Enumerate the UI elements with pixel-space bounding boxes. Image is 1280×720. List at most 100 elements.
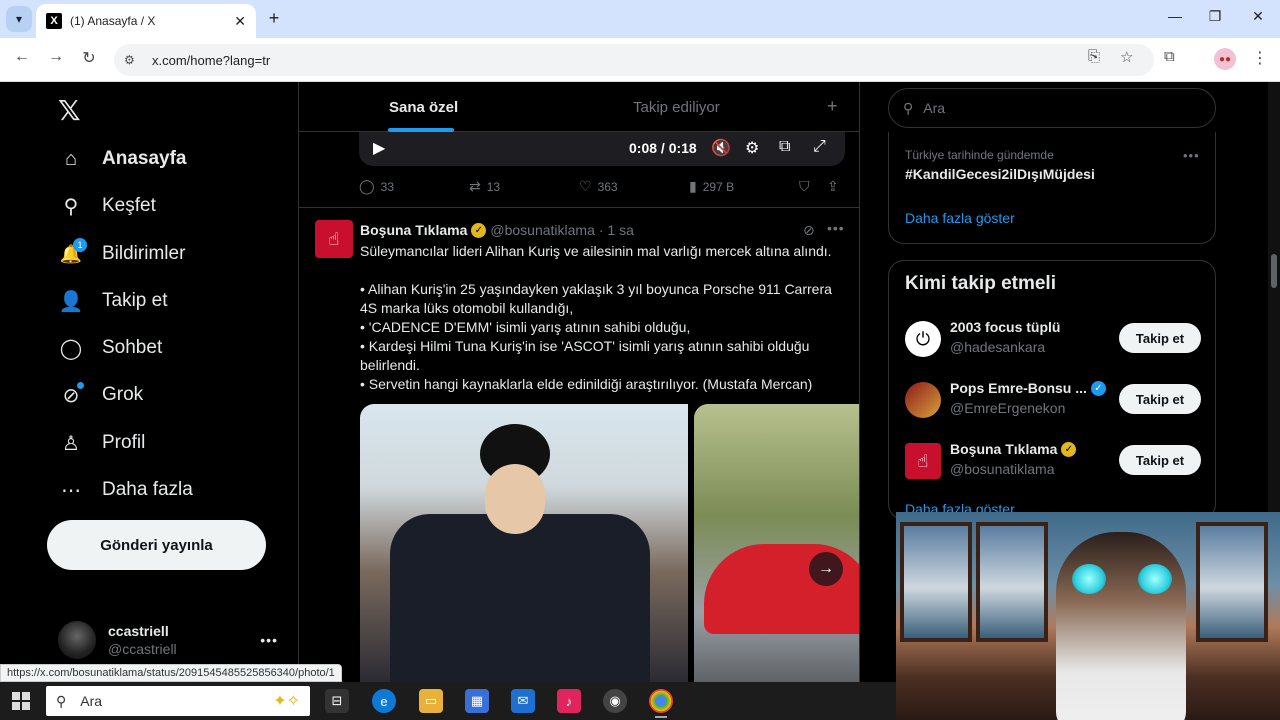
x-favicon-icon: X [46, 13, 62, 29]
account-more-icon[interactable]: ••• [260, 632, 278, 648]
chat-icon: ◯ [59, 337, 83, 360]
task-view-icon[interactable]: ⊟ [325, 689, 349, 713]
repost-button[interactable]: ⇄ 13 [469, 178, 500, 195]
nav-item-notifications[interactable]: 🔔 1 Bildirimler [58, 238, 186, 269]
fullscreen-icon[interactable]: ⤢ [813, 138, 826, 156]
follow-button[interactable]: Takip et [1119, 384, 1201, 414]
next-photo-icon[interactable]: → [809, 552, 843, 586]
trend-tag[interactable]: #KandilGecesi2ilDışıMüjdesi [905, 166, 1095, 182]
forward-icon[interactable]: → [44, 48, 68, 66]
tweet[interactable]: ☝ Boşuna Tıklama ✓ @bosunatiklama · 1 sa… [299, 208, 859, 682]
restore-icon[interactable]: ❐ [1200, 8, 1230, 25]
obs-icon[interactable]: ◉ [603, 689, 627, 713]
search-placeholder: Ara [923, 100, 946, 116]
tab-for-you[interactable]: Sana özel [389, 99, 458, 116]
add-feed-icon[interactable]: + [827, 96, 838, 117]
grok-icon: ⊘ [58, 382, 84, 408]
tweet-author-handle[interactable]: @bosunatiklama [490, 222, 595, 238]
x-logo-icon[interactable]: 𝕏 [58, 94, 81, 127]
window-pane [900, 522, 972, 642]
new-tab-button[interactable]: + [264, 8, 284, 29]
timeline: Sana özel Takip ediliyor + ▶ 0:08 / 0:18… [298, 82, 860, 682]
repost-icon: ⇄ [469, 178, 481, 194]
settings-icon[interactable]: ⚙ [745, 138, 759, 158]
browser-toolbar: ← → ↻ ⚙ x.com/home?lang=tr ⎘ ☆ [0, 38, 1280, 82]
tweet-time[interactable]: · 1 sa [599, 222, 634, 238]
nav-item-home[interactable]: ⌂ Anasayfa [58, 144, 187, 174]
verified-gold-icon: ✓ [471, 222, 487, 238]
grok-dot [77, 382, 84, 389]
minimize-icon[interactable]: — [1160, 8, 1190, 24]
store-icon[interactable]: ▦ [465, 689, 489, 713]
nav-item-profile[interactable]: ♙ Profil [58, 428, 145, 458]
post-button[interactable]: Gönderi yayınla [47, 520, 266, 570]
mute-icon[interactable]: 🔇 [711, 138, 731, 158]
pip-icon[interactable]: ⧉ [779, 138, 790, 156]
profile-avatar[interactable]: ●● [1214, 48, 1236, 70]
tweet-author-name[interactable]: Boşuna Tıklama [360, 222, 467, 238]
tab-close-icon[interactable]: ✕ [234, 13, 246, 30]
suggestion-handle: @EmreErgenekon [950, 400, 1066, 416]
tab-search-icon[interactable]: ▾ [6, 6, 32, 32]
nav-item-more[interactable]: ⋯ Daha fazla [58, 475, 193, 505]
tweet-photo-2[interactable] [694, 404, 859, 682]
edge-icon[interactable]: e [372, 689, 396, 713]
nav-item-explore[interactable]: ⚲ Keşfet [58, 191, 156, 221]
browser-menu-icon[interactable]: ⋮ [1252, 48, 1268, 68]
follow-button[interactable]: Takip et [1119, 445, 1201, 475]
share-icon[interactable]: ⇪ [827, 178, 845, 195]
search-icon: ⚲ [903, 99, 914, 116]
account-switcher[interactable]: ccastriell @ccastriell ••• [58, 620, 288, 660]
sparkle-icon: ✦✧ [273, 693, 300, 710]
reply-button[interactable]: ◯ 33 [359, 178, 394, 195]
video-time: 0:08 / 0:18 [629, 140, 697, 156]
like-button[interactable]: ♡ 363 [579, 178, 618, 195]
tweet-more-icon[interactable]: ••• [827, 220, 845, 236]
bookmark-icon[interactable]: ⛉ [799, 178, 816, 195]
tweet-photo-1[interactable] [360, 404, 688, 682]
tab-following[interactable]: Takip ediliyor [633, 99, 720, 116]
window-close-icon[interactable]: ✕ [1243, 8, 1273, 25]
back-icon[interactable]: ← [10, 48, 34, 66]
outlook-icon[interactable]: ✉ [511, 689, 535, 713]
tweet-line: • 'CADENCE D'EMM' isimli yarış atının sa… [360, 319, 691, 335]
show-more-link[interactable]: Daha fazla göster [905, 210, 1015, 226]
windows-start-icon[interactable] [12, 692, 30, 710]
reload-icon[interactable]: ↻ [77, 48, 101, 68]
who-to-follow: Kimi takip etmeli ⏻ 2003 focus tüplü @ha… [888, 260, 1216, 520]
nav-item-follow[interactable]: 👤 Takip et [58, 286, 168, 316]
follow-suggestion[interactable]: Pops Emre-Bonsu ... ✓ @EmreErgenekon Tak… [905, 378, 1205, 422]
address-bar[interactable]: ⚙ x.com/home?lang=tr [114, 44, 1154, 76]
extensions-icon[interactable]: ⧉ [1164, 48, 1175, 65]
prev-tweet-actions: ◯ 33 ⇄ 13 ♡ 363 ▮ 297 B ⛉ ⇪ [359, 178, 845, 198]
play-icon[interactable]: ▶ [373, 138, 385, 158]
nav-label: Profil [102, 432, 146, 453]
scrollbar-thumb[interactable] [1271, 254, 1277, 288]
nav-item-grok[interactable]: ⊘ Grok [58, 380, 143, 410]
tweet-text: Süleymancılar lideri Alihan Kuriş ve ail… [360, 242, 850, 394]
grok-icon[interactable]: ⊘ [803, 222, 815, 239]
search-input[interactable]: ⚲ Ara [888, 88, 1216, 128]
taskbar-search[interactable]: ⚲ Ara ✦✧ [46, 686, 310, 716]
install-app-icon[interactable]: ⎘ [1088, 48, 1100, 65]
follow-suggestion[interactable]: ☝ Boşuna Tıklama ✓ @bosunatiklama Takip … [905, 439, 1205, 483]
trend-more-icon[interactable]: ••• [1183, 148, 1200, 163]
tweet-line: Süleymancılar lideri Alihan Kuriş ve ail… [360, 243, 832, 259]
nav-label: Bildirimler [102, 243, 186, 264]
active-tab-indicator [388, 128, 454, 132]
window-pane [976, 522, 1048, 642]
views-button[interactable]: ▮ 297 B [689, 178, 734, 195]
follow-suggestion[interactable]: ⏻ 2003 focus tüplü @hadesankara Takip et [905, 317, 1205, 361]
tweet-avatar[interactable]: ☝ [315, 220, 353, 258]
nav-item-chat[interactable]: ◯ Sohbet [58, 333, 162, 363]
follow-button[interactable]: Takip et [1119, 323, 1201, 353]
site-info-icon[interactable]: ⚙ [124, 53, 144, 67]
file-explorer-icon[interactable]: ▭ [419, 689, 443, 713]
browser-tab[interactable]: X (1) Anasayfa / X ✕ [36, 4, 256, 38]
profile-icon: ♙ [62, 432, 80, 455]
bookmark-star-icon[interactable]: ☆ [1120, 48, 1133, 66]
chrome-icon[interactable] [649, 689, 673, 718]
tiktok-icon[interactable]: ♪ [557, 689, 581, 713]
account-handle: @ccastriell [108, 641, 177, 657]
nav-label: Takip et [102, 290, 168, 311]
